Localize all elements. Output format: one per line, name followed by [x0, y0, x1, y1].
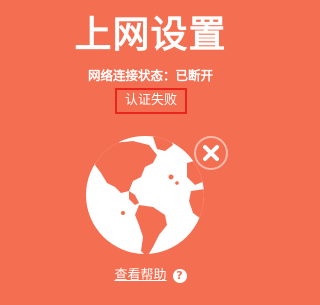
- question-icon[interactable]: ?: [172, 269, 187, 283]
- error-message: 认证失败: [115, 88, 187, 114]
- help-link[interactable]: 查看帮助: [114, 268, 166, 283]
- close-icon: [193, 135, 229, 171]
- connection-status: 网络连接状态：已断开: [87, 68, 213, 83]
- page-title: 上网设置: [74, 13, 227, 56]
- globe-status-graphic: [83, 133, 233, 258]
- help-row: 查看帮助?: [0, 267, 301, 285]
- network-setup-panel: 上网设置 网络连接状态：已断开 认证失败 查看帮助 ?: [0, 0, 301, 305]
- globe-icon: [86, 135, 229, 254]
